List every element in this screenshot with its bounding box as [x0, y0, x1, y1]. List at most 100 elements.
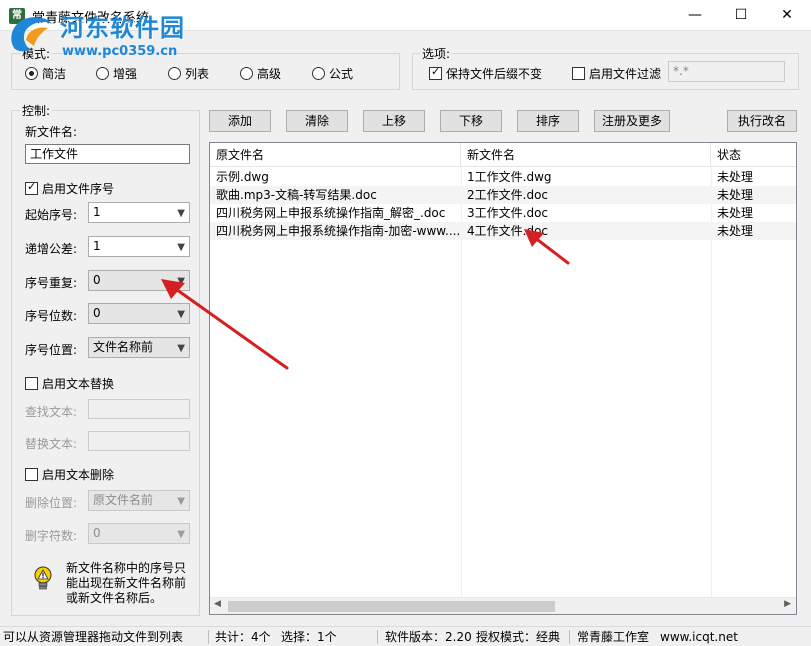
delete-count-combo[interactable]: 0 ▼ [88, 523, 190, 544]
control-group-label: 控制: [20, 102, 53, 119]
cell-original: 四川税务网上申报系统操作指南-加密-www.... [216, 224, 461, 238]
mode-radio-enhanced[interactable]: 增强 [96, 65, 137, 82]
chevron-down-icon: ▼ [177, 276, 185, 287]
find-text-label: 查找文本: [25, 405, 78, 419]
start-seq-combo[interactable]: 1 ▼ [88, 202, 190, 223]
close-button[interactable]: ✕ [764, 0, 810, 31]
radio-dot [168, 67, 181, 80]
radio-dot [312, 67, 325, 80]
keep-suffix-checkbox[interactable]: 保持文件后缀不变 [429, 65, 542, 82]
digits-label: 序号位数: [25, 309, 78, 323]
checkbox-box [572, 67, 585, 80]
cell-status: 未处理 [717, 224, 754, 238]
clear-button[interactable]: 清除 [286, 110, 348, 132]
scroll-right-icon[interactable]: ▶ [784, 599, 791, 609]
scroll-left-icon[interactable]: ◀ [214, 599, 221, 609]
horizontal-scrollbar[interactable]: ◀ ▶ [210, 597, 796, 614]
start-seq-label: 起始序号: [25, 208, 78, 222]
enable-seq-checkbox[interactable]: 启用文件序号 [25, 180, 114, 197]
file-filter-input[interactable]: *.* [668, 61, 785, 82]
move-down-button[interactable]: 下移 [440, 110, 502, 132]
status-studio: 常青藤工作室 [577, 630, 650, 644]
register-button[interactable]: 注册及更多 [594, 110, 670, 132]
tip-text: 新文件名称中的序号只 能出现在新文件名称前 或新文件名称后。 [66, 561, 187, 605]
delete-position-label: 删除位置: [25, 496, 78, 510]
chevron-down-icon: ▼ [177, 208, 185, 219]
table-row[interactable]: 示例.dwg 1工作文件.dwg 未处理 [210, 168, 796, 186]
list-header: 原文件名 新文件名 状态 [210, 143, 796, 167]
cell-original: 四川税务网上申报系统操作指南_解密_.doc [216, 206, 446, 220]
warning-bulb-icon [34, 566, 52, 590]
status-divider [208, 630, 209, 644]
mode-radio-advanced[interactable]: 高级 [240, 65, 281, 82]
status-bar: 可以从资源管理器拖动文件到列表 共计：4个 选择：1个 软件版本：2.20 授权… [0, 626, 811, 646]
cell-status: 未处理 [717, 170, 754, 184]
window-title: 常青藤文件改名系统 [32, 11, 150, 26]
radio-dot [96, 67, 109, 80]
checkbox-box [25, 180, 38, 195]
chevron-down-icon: ▼ [177, 309, 185, 320]
status-divider [569, 630, 570, 644]
delete-count-label: 删字符数: [25, 529, 78, 543]
step-label: 递增公差: [25, 242, 78, 256]
table-row[interactable]: 四川税务网上申报系统操作指南-加密-www.... 4工作文件.doc 未处理 [210, 222, 796, 240]
maximize-button[interactable]: ☐ [718, 0, 764, 31]
options-group-label: 选项: [420, 45, 453, 62]
scroll-thumb[interactable] [228, 601, 555, 612]
execute-rename-button[interactable]: 执行改名 [727, 110, 797, 132]
cell-new: 2工作文件.doc [467, 188, 549, 202]
replace-text-label: 替换文本: [25, 437, 78, 451]
column-new-name[interactable]: 新文件名 [461, 143, 711, 166]
new-name-label: 新文件名: [25, 125, 78, 139]
cell-new: 4工作文件.doc [467, 224, 549, 238]
status-hint: 可以从资源管理器拖动文件到列表 [3, 630, 184, 644]
sort-button[interactable]: 排序 [517, 110, 579, 132]
mode-group-label: 模式: [20, 45, 53, 62]
status-license: 授权模式：经典 [476, 630, 561, 644]
status-total: 共计：4个 [215, 630, 271, 644]
delete-position-combo[interactable]: 原文件名前 ▼ [88, 490, 190, 511]
mode-radio-list[interactable]: 列表 [168, 65, 209, 82]
enable-delete-checkbox[interactable]: 启用文本删除 [25, 466, 114, 483]
title-bar: 常 常青藤文件改名系统 — ☐ ✕ [0, 0, 811, 31]
chevron-down-icon: ▼ [177, 242, 185, 253]
status-site[interactable]: www.icqt.net [660, 629, 738, 645]
app-icon: 常 [9, 8, 25, 24]
mode-radio-simple[interactable]: 简洁 [25, 65, 66, 82]
column-original-name[interactable]: 原文件名 [210, 143, 461, 166]
chevron-down-icon: ▼ [177, 343, 185, 354]
add-button[interactable]: 添加 [209, 110, 271, 132]
chevron-down-icon: ▼ [177, 529, 185, 540]
cell-original: 歌曲.mp3-文稿-转写结果.doc [216, 188, 377, 202]
file-filter-checkbox[interactable]: 启用文件过滤 [572, 65, 661, 82]
table-row[interactable]: 歌曲.mp3-文稿-转写结果.doc 2工作文件.doc 未处理 [210, 186, 796, 204]
file-list[interactable]: 原文件名 新文件名 状态 示例.dwg 1工作文件.dwg 未处理 歌曲.mp3… [209, 142, 797, 615]
status-selected: 选择：1个 [281, 630, 337, 644]
digits-combo[interactable]: 0 ▼ [88, 303, 190, 324]
status-version: 软件版本：2.20 [385, 630, 472, 644]
table-row[interactable]: 四川税务网上申报系统操作指南_解密_.doc 3工作文件.doc 未处理 [210, 204, 796, 222]
new-name-input[interactable]: 工作文件 [25, 144, 190, 164]
minimize-button[interactable]: — [672, 0, 718, 31]
column-status[interactable]: 状态 [711, 143, 796, 166]
cell-status: 未处理 [717, 206, 754, 220]
status-divider [377, 630, 378, 644]
enable-replace-checkbox[interactable]: 启用文本替换 [25, 375, 114, 392]
checkbox-box [429, 65, 442, 80]
checkbox-box [25, 377, 38, 390]
position-combo[interactable]: 文件名称前 ▼ [88, 337, 190, 358]
cell-new: 1工作文件.dwg [467, 170, 552, 184]
mode-radio-formula[interactable]: 公式 [312, 65, 353, 82]
chevron-down-icon: ▼ [177, 496, 185, 507]
replace-text-input[interactable] [88, 431, 190, 451]
repeat-combo[interactable]: 0 ▼ [88, 270, 190, 291]
checkbox-box [25, 468, 38, 481]
position-label: 序号位置: [25, 343, 78, 357]
move-up-button[interactable]: 上移 [363, 110, 425, 132]
radio-dot [25, 67, 38, 80]
cell-status: 未处理 [717, 188, 754, 202]
find-text-input[interactable] [88, 399, 190, 419]
repeat-label: 序号重复: [25, 276, 78, 290]
step-combo[interactable]: 1 ▼ [88, 236, 190, 257]
cell-new: 3工作文件.doc [467, 206, 549, 220]
